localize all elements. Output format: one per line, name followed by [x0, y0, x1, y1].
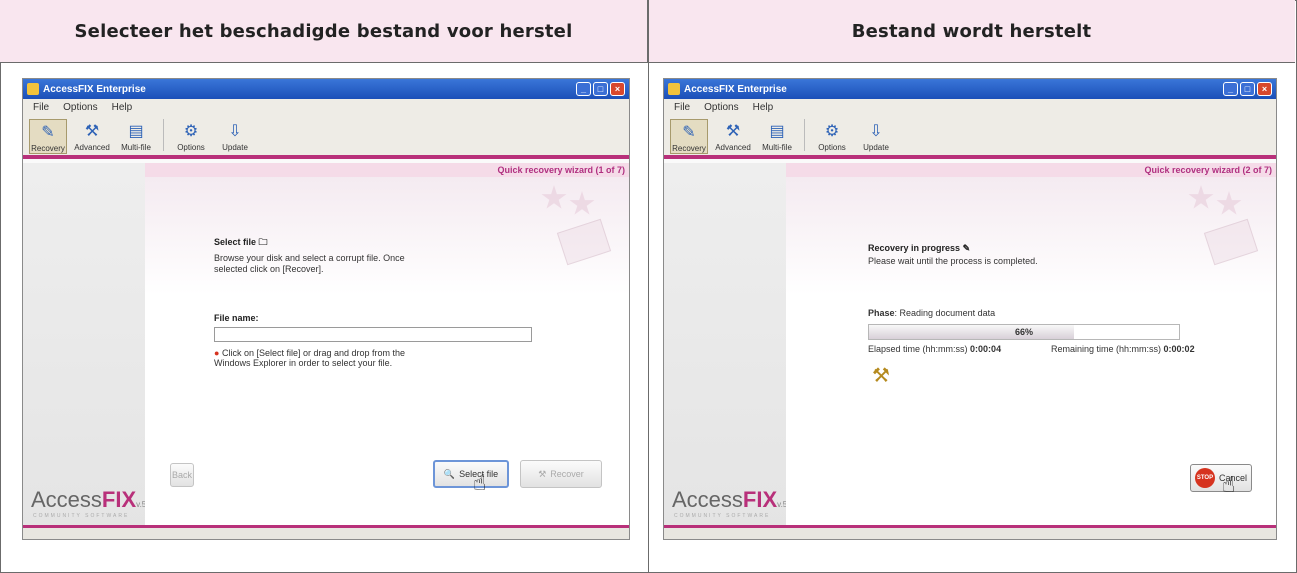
options-icon: ⚙ — [824, 123, 840, 140]
recover-icon: ⚒ — [538, 468, 547, 479]
status-bar — [23, 525, 629, 539]
magnifier-icon: 🔍 — [443, 468, 456, 479]
maximize-button[interactable]: □ — [1240, 82, 1255, 96]
toolbar-update[interactable]: ⇩ Update — [857, 119, 895, 152]
toolbar-options[interactable]: ⚙ Options — [172, 119, 210, 152]
options-icon: ⚙ — [183, 123, 199, 140]
back-button[interactable]: Back — [170, 463, 194, 487]
progress-title: Recovery in progress ✎ — [868, 243, 971, 253]
toolbar-update[interactable]: ⇩ Update — [216, 119, 254, 152]
wizard-panel: Quick recovery wizard (1 of 7) Select fi… — [145, 163, 629, 539]
folder-icon: 🗀 — [258, 237, 268, 247]
elapsed-time: Elapsed time (hh:mm:ss) 0:00:04 — [868, 344, 1002, 354]
menu-file[interactable]: File — [33, 102, 49, 113]
select-file-button[interactable]: 🔍 Select file — [433, 460, 509, 488]
multi-file-icon: ▤ — [769, 123, 785, 140]
app-window-select: AccessFIX Enterprise _ □ × File Options … — [22, 78, 630, 540]
recover-button[interactable]: ⚒ Recover — [520, 460, 602, 488]
toolbar-advanced[interactable]: ⚒ Advanced — [714, 119, 752, 152]
stop-icon: STOP — [1194, 468, 1215, 488]
menu-file[interactable]: File — [674, 102, 690, 113]
title-bar: AccessFIX Enterprise _ □ × — [23, 79, 629, 99]
app-icon — [668, 83, 680, 95]
file-name-label: File name: — [214, 313, 259, 323]
app-window-progress: AccessFIX Enterprise _ □ × File Options … — [663, 78, 1277, 540]
toolbar: ✎ Recovery ⚒ Advanced ▤ Multi-file ⚙ Options… — [23, 115, 629, 159]
recovery-icon: ✎ — [682, 124, 696, 141]
toolbar-multi-file[interactable]: ▤ Multi-file — [117, 119, 155, 152]
window-title: AccessFIX Enterprise — [43, 83, 146, 95]
update-icon: ⇩ — [869, 123, 883, 140]
update-icon: ⇩ — [228, 123, 242, 140]
maximize-button[interactable]: □ — [593, 82, 608, 96]
toolbar-advanced[interactable]: ⚒ Advanced — [73, 119, 111, 152]
hand-cursor-icon: ☝ — [473, 471, 487, 496]
status-bar — [664, 525, 1276, 539]
toolbar-recovery[interactable]: ✎ Recovery — [670, 119, 708, 154]
select-file-description: Browse your disk and select a corrupt fi… — [214, 253, 405, 274]
decoration-image — [1178, 185, 1259, 266]
remaining-time: Remaining time (hh:mm:ss) 0:00:02 — [1051, 344, 1195, 354]
left-header: Selecteer het beschadigde bestand voor h… — [0, 0, 648, 63]
close-button[interactable]: × — [610, 82, 625, 96]
recovery-small-icon: ✎ — [962, 243, 971, 253]
accessfix-logo: AccessFIXv.5 COMMUNITY SOFTWARE — [31, 487, 147, 519]
toolbar-recovery[interactable]: ✎ Recovery — [29, 119, 67, 154]
advanced-icon: ⚒ — [725, 123, 741, 140]
accessfix-logo: AccessFIXv.5 COMMUNITY SOFTWARE — [672, 487, 788, 519]
column-divider — [648, 0, 649, 573]
hint-text: ● Click on [Select file] or drag and dro… — [214, 348, 406, 368]
toolbar-separator — [163, 119, 164, 151]
phase-text: Phase: Reading document data — [868, 308, 996, 318]
progress-percent: 66% — [1014, 327, 1033, 337]
menu-help[interactable]: Help — [753, 102, 774, 113]
progress-description: Please wait until the process is complet… — [868, 256, 1038, 266]
working-tool-icon: ⚒ — [872, 365, 890, 387]
toolbar-separator — [804, 119, 805, 151]
decoration-image — [531, 185, 612, 266]
close-button[interactable]: × — [1257, 82, 1272, 96]
sidebar: AccessFIXv.5 COMMUNITY SOFTWARE — [23, 163, 147, 539]
toolbar-multi-file[interactable]: ▤ Multi-file — [758, 119, 796, 152]
wizard-step-label: Quick recovery wizard (1 of 7) — [145, 163, 629, 177]
hand-cursor-icon: ☝ — [1222, 473, 1236, 498]
multi-file-icon: ▤ — [128, 123, 144, 140]
wizard-panel: Quick recovery wizard (2 of 7) Recovery … — [786, 163, 1276, 539]
window-title: AccessFIX Enterprise — [684, 83, 787, 95]
minimize-button[interactable]: _ — [1223, 82, 1238, 96]
select-file-title: Select file 🗀 — [214, 237, 268, 247]
advanced-icon: ⚒ — [84, 123, 100, 140]
recovery-progress-bar: 66% — [868, 324, 1180, 340]
minimize-button[interactable]: _ — [576, 82, 591, 96]
app-icon — [27, 83, 39, 95]
recovery-icon: ✎ — [41, 124, 55, 141]
toolbar-options[interactable]: ⚙ Options — [813, 119, 851, 152]
file-name-field[interactable] — [214, 327, 532, 342]
right-header: Bestand wordt herstelt — [648, 0, 1295, 63]
menu-options[interactable]: Options — [63, 102, 97, 113]
title-bar: AccessFIX Enterprise _ □ × — [664, 79, 1276, 99]
menu-bar: File Options Help — [664, 99, 1276, 115]
info-icon: ● — [214, 348, 220, 358]
menu-help[interactable]: Help — [112, 102, 133, 113]
cancel-button[interactable]: STOP Cancel — [1190, 464, 1252, 492]
wizard-step-label: Quick recovery wizard (2 of 7) — [786, 163, 1276, 177]
menu-options[interactable]: Options — [704, 102, 738, 113]
sidebar: AccessFIXv.5 COMMUNITY SOFTWARE — [664, 163, 788, 539]
toolbar: ✎ Recovery ⚒ Advanced ▤ Multi-file ⚙ Options… — [664, 115, 1276, 159]
menu-bar: File Options Help — [23, 99, 629, 115]
